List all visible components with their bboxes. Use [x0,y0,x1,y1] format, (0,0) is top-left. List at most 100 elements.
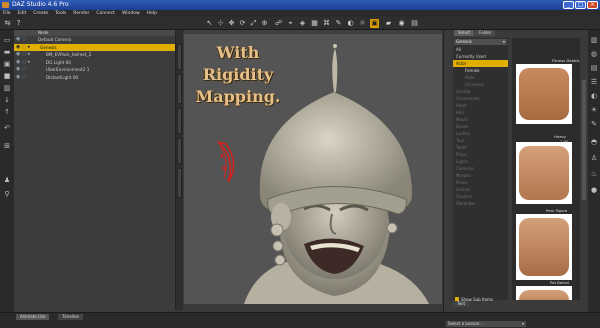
merge-icon[interactable]: ▣ [2,60,12,69]
scale-icon[interactable]: ⤢ [249,19,258,28]
export-icon[interactable]: ↑ [2,108,12,117]
tab-text[interactable]: Text [453,301,470,307]
parameters-icon[interactable]: ◍ [589,50,599,59]
visibility-icon[interactable]: ◉ ◌ ▸ [16,51,30,59]
menu-file[interactable]: File [3,10,11,17]
render-settings-icon[interactable]: ▤ [410,19,419,28]
brush-icon[interactable]: ✎ [589,120,599,129]
library-item[interactable]: Brows [453,123,508,130]
library-item[interactable]: Morphs [453,172,508,179]
posing-icon[interactable]: ☰ [589,78,599,87]
surface-selection-icon[interactable]: ◈ [298,19,307,28]
menu-window[interactable]: Window [122,10,140,17]
visibility-icon[interactable]: ◉ ◌ ▸ [16,59,30,67]
geometry-editor-icon[interactable]: ▦ [310,19,319,28]
library-item[interactable]: Poses [453,179,508,186]
help-icon[interactable]: ? [14,19,23,28]
shaping-icon[interactable]: ▤ [589,64,599,73]
library-item[interactable]: Actor [453,60,508,67]
light-icon[interactable]: ☼ [358,19,367,28]
thumb-pot-belied[interactable] [516,286,572,300]
translate-icon[interactable]: ✥ [227,19,236,28]
scene-row-camera[interactable]: ◉ ◌ Default Camera [14,36,175,44]
menu-help[interactable]: Help [147,10,157,17]
tab-smart[interactable]: Smart [454,30,475,36]
undo-icon[interactable]: ↶ [2,124,12,133]
tab-cameras[interactable] [177,168,182,198]
thumb-heavy[interactable] [516,142,572,204]
node-weight-icon[interactable]: ◐ [346,19,355,28]
scene-row-distant-light[interactable]: ◉ ◌ DistantLight 00 [14,74,175,82]
lights-icon[interactable]: ☀ [589,106,599,115]
library-item[interactable]: Universal [453,81,508,88]
library-item[interactable]: Wardrobe [453,200,508,207]
open-icon[interactable]: ▬ [2,48,12,57]
tab-scene[interactable] [177,44,182,70]
tab-animate-lite[interactable]: Animate Lite [16,314,50,320]
menu-edit[interactable]: Edit [18,10,27,17]
library-item[interactable]: Cameras [453,165,508,172]
library-item[interactable]: Accessories [453,95,508,102]
library-item[interactable]: Currently Used [453,53,508,60]
scene-row-genesis[interactable]: ◉ ◌ ▸ Genesis [14,43,175,52]
library-item[interactable]: Mouth [453,116,508,123]
library-item[interactable]: Props [453,151,508,158]
scene-row-light[interactable]: ◉ ◌ ▸ DG Light 00 [14,59,175,67]
spot-render-icon[interactable]: ✎ [334,19,343,28]
library-item[interactable]: Male [453,74,508,81]
visibility-icon[interactable]: ◉ ◌ [16,36,26,44]
select-arrow-icon[interactable]: ↖ [205,19,214,28]
tab-lights[interactable] [177,138,182,164]
universal-tool-icon[interactable]: ⊕ [260,19,269,28]
tab-timeline[interactable]: Timeline [58,314,84,320]
menu-connect[interactable]: Connect [96,10,115,17]
visibility-icon[interactable]: ◉ ◌ ▸ [16,44,30,52]
library-item[interactable]: Lashes [453,130,508,137]
camera-icon[interactable]: ◉ [397,19,406,28]
menu-tools[interactable]: Tools [55,10,66,17]
node-select-icon[interactable]: ⊹ [216,19,225,28]
maximize-button[interactable]: □ [575,1,586,9]
viewport[interactable]: With Rigidity Mapping. [184,34,442,304]
tab-folder[interactable]: Folder [475,30,496,36]
library-dropdown[interactable]: Genesis ▾ [454,39,507,45]
new-scene-icon[interactable]: ▭ [2,36,12,45]
tab-parameters[interactable] [177,74,182,104]
pose-icon[interactable]: ⚲ [2,190,12,199]
surfaces-icon[interactable]: ◐ [589,92,599,101]
library-item[interactable]: Teeth [453,144,508,151]
library-item[interactable]: Head [453,102,508,109]
library-item[interactable]: All [453,46,508,53]
menu-create[interactable]: Create [33,10,48,17]
render-icon[interactable]: ▰ [384,19,393,28]
scene-row-helmet[interactable]: ◉ ◌ ▸ BM_EVPack_helmet_2 [14,51,175,59]
visibility-icon[interactable]: ◉ ◌ [16,74,26,82]
figure-icon[interactable]: ♟ [2,176,12,185]
save-icon[interactable]: ■ [2,72,12,81]
import-icon[interactable]: ↓ [2,96,12,105]
library-item[interactable]: Lights [453,158,508,165]
thumb-fitness[interactable] [516,64,572,124]
library-item[interactable]: Genital [453,88,508,95]
visibility-icon[interactable]: ◉ ◌ [16,66,26,74]
sphere-icon[interactable]: ● [589,186,599,195]
menu-render[interactable]: Render [73,10,89,17]
scene-row-environment[interactable]: ◉ ◌ UberEnvironment2 1 [14,66,175,74]
frame-icon[interactable]: ⊞ [2,142,12,151]
library-item[interactable]: Tear [453,137,508,144]
library-item[interactable]: Scenes [453,186,508,193]
layout-icon[interactable]: ⇆ [3,19,12,28]
region-nav-icon[interactable]: ⌘ [322,19,331,28]
library-item[interactable]: Female [453,67,508,74]
figure-pose-icon[interactable]: ♙ [589,154,599,163]
save-as-icon[interactable]: ▥ [2,84,12,93]
library-item[interactable]: Shaders [453,193,508,200]
content-library-icon[interactable]: ▥ [589,36,599,45]
thumb-pear-figure[interactable] [516,214,572,280]
morph-icon[interactable]: ◓ [589,138,599,147]
active-tool-icon[interactable]: ▣ [370,19,379,28]
hair-icon[interactable]: ♨ [589,170,599,179]
thumbnail-scrollbar[interactable] [582,80,586,200]
tab-surfaces[interactable] [177,108,182,134]
joint-editor-icon[interactable]: ⌖ [286,19,295,28]
